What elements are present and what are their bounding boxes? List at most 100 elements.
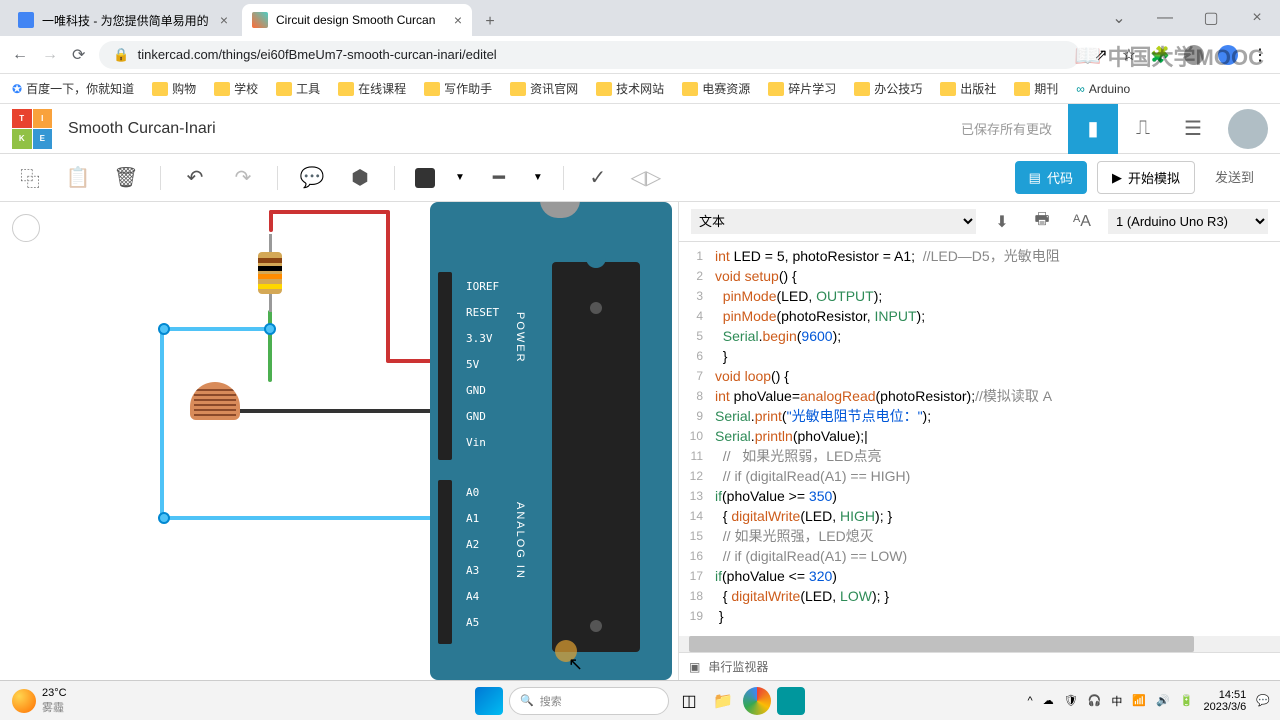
analog-label: ANALOG IN <box>514 502 526 580</box>
bookmark-item[interactable]: 技术网站 <box>596 80 664 97</box>
list-view-button[interactable]: ☰ <box>1168 104 1218 154</box>
arduino-board[interactable]: IOREFRESET3.3V5VGNDGNDVin A0A1A2A3A4A5 P… <box>430 202 672 680</box>
circuit-canvas[interactable]: IOREFRESET3.3V5VGNDGNDVin A0A1A2A3A4A5 P… <box>0 202 678 680</box>
minimize-button[interactable]: — <box>1142 0 1188 36</box>
wire-cyan[interactable] <box>160 327 272 331</box>
bookmark-item[interactable]: 资讯官网 <box>510 80 578 97</box>
start-simulation-button[interactable]: ▶ 开始模拟 <box>1097 161 1195 194</box>
serial-monitor-toggle[interactable]: ▣ 串行监视器 <box>679 652 1280 680</box>
send-to-button[interactable]: 发送到 <box>1205 161 1264 194</box>
undo-button[interactable]: ↶ <box>181 164 209 192</box>
notifications-icon[interactable]: 💬 <box>1256 694 1270 707</box>
close-icon[interactable]: × <box>220 12 228 28</box>
code-body[interactable]: int LED = 5, photoResistor = A1; //LED—D… <box>709 242 1280 636</box>
wire-color-picker[interactable] <box>415 168 435 188</box>
rotate-button[interactable]: ✓ <box>584 164 612 192</box>
bookmark-item[interactable]: 购物 <box>152 80 196 97</box>
volume-icon[interactable]: 🔊 <box>1156 694 1170 707</box>
connection-node[interactable] <box>158 323 170 335</box>
bookmark-item[interactable]: 写作助手 <box>424 80 492 97</box>
share-icon[interactable]: ⇗ <box>1094 45 1107 65</box>
schematic-view-button[interactable]: ⎍ <box>1118 104 1168 154</box>
chevron-up-icon[interactable]: ^ <box>1028 695 1033 707</box>
bookmark-item[interactable]: 电赛资源 <box>682 80 750 97</box>
star-icon[interactable]: ☆ <box>1122 45 1136 65</box>
tab-title: Circuit design Smooth Curcan <box>276 13 435 27</box>
reload-button[interactable]: ⟳ <box>72 45 85 65</box>
delete-button[interactable]: 🗑 <box>112 164 140 192</box>
paste-button[interactable]: 📋 <box>64 164 92 192</box>
task-view-icon[interactable]: ◫ <box>675 687 703 715</box>
document-name[interactable]: Smooth Curcan-Inari <box>68 120 216 138</box>
taskbar-search[interactable]: 🔍 搜索 <box>509 687 669 715</box>
serial-monitor-label: 串行监视器 <box>708 658 768 675</box>
redo-button[interactable]: ↷ <box>229 164 257 192</box>
wire-cyan[interactable] <box>160 516 454 520</box>
font-size-icon[interactable]: ᴬA <box>1068 213 1096 231</box>
bookmark-item[interactable]: 办公技巧 <box>854 80 922 97</box>
headphones-icon[interactable]: 🎧 <box>1088 694 1102 707</box>
chevron-down-icon[interactable]: ⌄ <box>1096 0 1142 36</box>
security-icon[interactable]: 🛡 <box>1064 694 1078 707</box>
pin-label: A3 <box>466 564 479 577</box>
bookmark-item[interactable]: ∞ Arduino <box>1076 82 1130 96</box>
wire-type-picker[interactable]: ━ <box>485 164 513 192</box>
wifi-icon[interactable]: 📶 <box>1132 694 1146 707</box>
bookmark-item[interactable]: 学校 <box>214 80 258 97</box>
chrome-icon[interactable] <box>743 687 771 715</box>
extension-icon[interactable] <box>1184 45 1204 65</box>
note-button[interactable]: 💬 <box>298 164 326 192</box>
copy-button[interactable]: ⿻ <box>16 164 44 192</box>
browser-tab-2[interactable]: Circuit design Smooth Curcan × <box>242 4 472 36</box>
back-button[interactable]: ← <box>12 46 28 64</box>
extensions-icon[interactable]: 🧩 <box>1150 45 1170 65</box>
browser-tab-1[interactable]: 一唯科技 - 为您提供简单易用的 × <box>8 4 238 36</box>
new-tab-button[interactable]: + <box>476 8 504 36</box>
system-tray[interactable]: ^ ☁ 🛡 🎧 中 📶 🔊 🔋 14:51 2023/3/6 💬 <box>1028 689 1270 713</box>
onedrive-icon[interactable]: ☁ <box>1043 694 1054 707</box>
bookmark-item[interactable]: 期刊 <box>1014 80 1058 97</box>
label-button[interactable]: ⬢ <box>346 164 374 192</box>
profile-icon[interactable] <box>1218 45 1238 65</box>
circuit-view-button[interactable]: ▮ <box>1068 104 1118 154</box>
wire-cyan[interactable] <box>160 327 164 519</box>
wire-red[interactable] <box>386 210 390 362</box>
code-editor[interactable]: 12345678910111213141516171819 int LED = … <box>679 242 1280 636</box>
weather-widget[interactable]: 23°C雾霾 <box>12 687 67 715</box>
bookmark-item[interactable]: ✪ 百度一下，你就知道 <box>12 80 134 97</box>
ime-indicator[interactable]: 中 <box>1111 693 1122 709</box>
menu-icon[interactable]: ⋮ <box>1252 45 1268 65</box>
wire-red[interactable] <box>269 210 389 214</box>
arduino-ide-icon[interactable] <box>777 687 805 715</box>
connection-node[interactable] <box>264 323 276 335</box>
bookmark-item[interactable]: 在线课程 <box>338 80 406 97</box>
zoom-fit-button[interactable] <box>12 214 40 242</box>
board-select[interactable]: 1 (Arduino Uno R3) <box>1108 209 1268 234</box>
code-mode-select[interactable]: 文本 <box>691 209 976 234</box>
battery-icon[interactable]: 🔋 <box>1180 694 1194 707</box>
library-icon[interactable]: 🖶 <box>1028 208 1056 235</box>
wire-black[interactable] <box>224 409 450 413</box>
close-button[interactable]: × <box>1234 0 1280 36</box>
maximize-button[interactable]: ▢ <box>1188 0 1234 36</box>
pin-label: IOREF <box>466 280 499 293</box>
horizontal-scrollbar[interactable] <box>679 636 1280 652</box>
wire-green[interactable] <box>268 310 272 382</box>
bookmark-item[interactable]: 碎片学习 <box>768 80 836 97</box>
tinkercad-logo[interactable]: TIKE <box>12 109 52 149</box>
line-gutter: 12345678910111213141516171819 <box>679 242 709 636</box>
close-icon[interactable]: × <box>454 12 462 28</box>
photoresistor-component[interactable] <box>190 382 240 420</box>
connection-node[interactable] <box>158 512 170 524</box>
start-button[interactable] <box>475 687 503 715</box>
bookmark-item[interactable]: 出版社 <box>940 80 996 97</box>
code-panel-button[interactable]: ▤ 代码 <box>1015 161 1087 194</box>
url-input[interactable]: 🔒 tinkercad.com/things/ei60fBmeUm7-smoot… <box>99 41 1080 69</box>
forward-button[interactable]: → <box>42 46 58 64</box>
download-icon[interactable]: ⬇ <box>988 212 1016 232</box>
explorer-icon[interactable]: 📁 <box>709 687 737 715</box>
user-avatar[interactable] <box>1228 109 1268 149</box>
resistor-component[interactable] <box>258 234 282 312</box>
bookmark-item[interactable]: 工具 <box>276 80 320 97</box>
mirror-button[interactable]: ◁▷ <box>632 164 660 192</box>
